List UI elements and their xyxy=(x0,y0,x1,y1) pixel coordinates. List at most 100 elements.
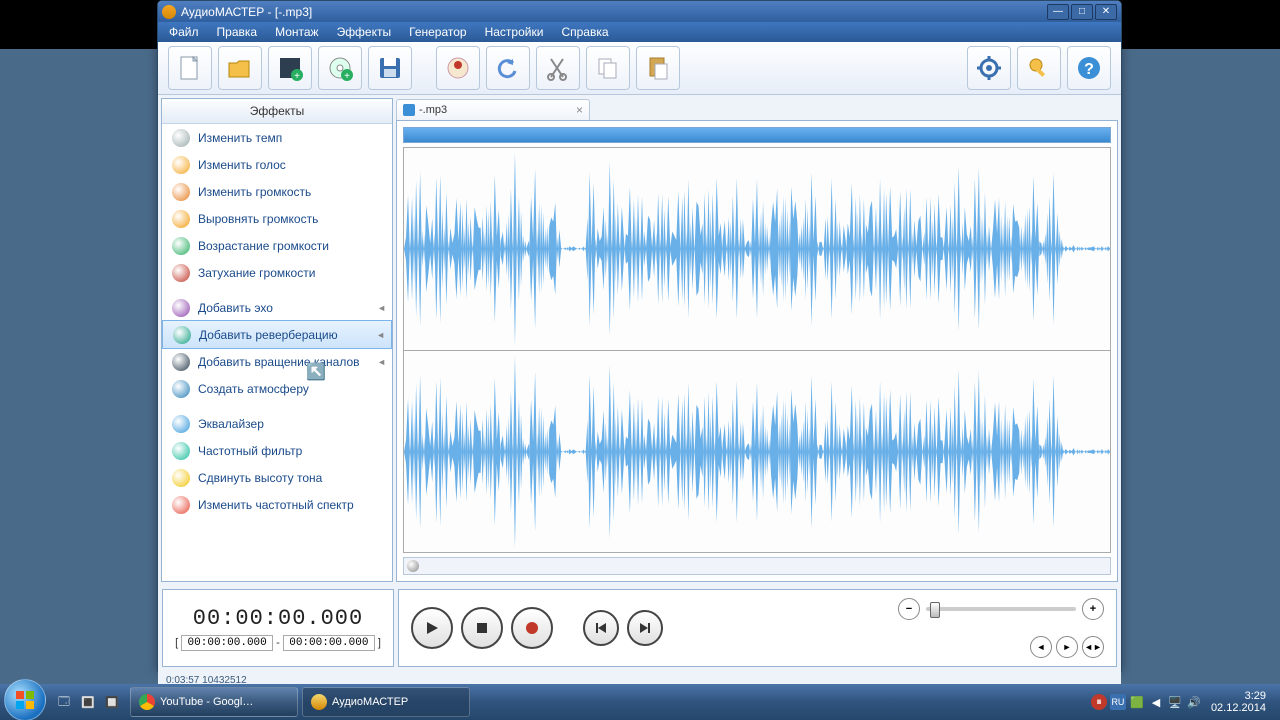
new-file-button[interactable] xyxy=(168,46,212,90)
taskbar-item-chrome[interactable]: YouTube - Googl… xyxy=(130,687,298,717)
quick-launch-2[interactable]: 🔲 xyxy=(102,692,122,712)
tray-safely-remove-icon[interactable]: 🟩 xyxy=(1129,694,1145,710)
toolbar: + + ? xyxy=(158,42,1121,95)
save-button[interactable] xyxy=(368,46,412,90)
effect-label: Эквалайзер xyxy=(198,417,264,431)
skip-back-button[interactable]: ◄ xyxy=(1030,636,1052,658)
sel-start-input[interactable] xyxy=(181,635,273,651)
effect-label: Изменить громкость xyxy=(198,185,311,199)
tray-icon-1[interactable]: ⏸ xyxy=(1091,694,1107,710)
effect-item[interactable]: Изменить громкость xyxy=(162,178,392,205)
effect-item[interactable]: Создать атмосферу xyxy=(162,375,392,402)
effect-icon xyxy=(172,299,190,317)
effect-item[interactable]: Изменить частотный спектр xyxy=(162,491,392,518)
effect-item[interactable]: Сдвинуть высоту тона xyxy=(162,464,392,491)
quick-launch-1[interactable]: 🔳 xyxy=(78,692,98,712)
submenu-arrow-icon: ◄ xyxy=(376,330,385,340)
effect-item[interactable]: Добавить эхо◄ xyxy=(162,294,392,321)
taskbar-item-audiomaster[interactable]: АудиоМАСТЕР xyxy=(302,687,470,717)
effect-item[interactable]: Изменить темп xyxy=(162,124,392,151)
menu-settings[interactable]: Настройки xyxy=(476,23,553,41)
prev-button[interactable] xyxy=(583,610,619,646)
cd-import-button[interactable]: + xyxy=(318,46,362,90)
effect-item[interactable]: Добавить реверберацию ◄ xyxy=(162,320,392,349)
zoom-slider[interactable] xyxy=(926,607,1076,611)
show-desktop-button[interactable]: 🗔 xyxy=(54,692,74,712)
effect-label: Изменить голос xyxy=(198,158,286,172)
open-file-button[interactable] xyxy=(218,46,262,90)
svg-text:?: ? xyxy=(1084,61,1094,78)
record-mic-button[interactable] xyxy=(436,46,480,90)
app-icon xyxy=(162,5,176,19)
effect-item[interactable]: Выровнять громкость xyxy=(162,205,392,232)
horizontal-scrollbar[interactable] xyxy=(403,557,1111,575)
menu-montage[interactable]: Монтаж xyxy=(266,23,328,41)
tray-language-icon[interactable]: RU xyxy=(1110,694,1126,710)
start-button[interactable] xyxy=(4,679,46,720)
license-button[interactable] xyxy=(1017,46,1061,90)
menubar: Файл Правка Монтаж Эффекты Генератор Нас… xyxy=(158,22,1121,42)
file-icon xyxy=(403,104,415,116)
stop-button[interactable] xyxy=(461,607,503,649)
video-import-button[interactable]: + xyxy=(268,46,312,90)
effect-icon xyxy=(172,237,190,255)
play-button[interactable] xyxy=(411,607,453,649)
sel-end-input[interactable] xyxy=(283,635,375,651)
next-button[interactable] xyxy=(627,610,663,646)
effect-icon xyxy=(172,380,190,398)
effects-header: Эффекты xyxy=(162,99,392,124)
effect-item[interactable]: Эквалайзер xyxy=(162,410,392,437)
record-button[interactable] xyxy=(511,607,553,649)
tab-close-button[interactable]: × xyxy=(576,103,583,117)
tray-volume-icon[interactable]: 🔊 xyxy=(1186,694,1202,710)
waveform-channel-left xyxy=(404,148,1110,351)
zoom-in-button[interactable]: + xyxy=(1082,598,1104,620)
waveform-area xyxy=(396,120,1118,582)
svg-text:+: + xyxy=(344,71,350,81)
menu-effects[interactable]: Эффекты xyxy=(328,23,401,41)
scroll-thumb[interactable] xyxy=(407,560,419,572)
effect-icon xyxy=(172,469,190,487)
zoom-out-button[interactable]: − xyxy=(898,598,920,620)
effect-icon xyxy=(173,326,191,344)
menu-file[interactable]: Файл xyxy=(160,23,208,41)
minimize-button[interactable]: — xyxy=(1047,4,1069,20)
effect-label: Изменить темп xyxy=(198,131,282,145)
tray-network-icon[interactable]: 🖥️ xyxy=(1167,694,1183,710)
maximize-button[interactable]: □ xyxy=(1071,4,1093,20)
menu-generator[interactable]: Генератор xyxy=(400,23,475,41)
svg-text:+: + xyxy=(294,71,300,81)
effect-item[interactable]: Изменить голос xyxy=(162,151,392,178)
effect-item[interactable]: Затухание громкости xyxy=(162,259,392,286)
file-tab[interactable]: -.mp3 × xyxy=(396,99,590,120)
effect-icon xyxy=(172,264,190,282)
tray-icon-arrow[interactable]: ◀ xyxy=(1148,694,1164,710)
effect-icon xyxy=(172,210,190,228)
effect-icon xyxy=(172,415,190,433)
effect-label: Добавить реверберацию xyxy=(199,328,338,342)
effect-item[interactable]: Частотный фильтр xyxy=(162,437,392,464)
help-button[interactable]: ? xyxy=(1067,46,1111,90)
undo-button[interactable] xyxy=(486,46,530,90)
titlebar[interactable]: АудиоМАСТЕР - [-.mp3] — □ ✕ xyxy=(158,1,1121,22)
settings-button[interactable] xyxy=(967,46,1011,90)
effect-label: Изменить частотный спектр xyxy=(198,498,354,512)
copy-button[interactable] xyxy=(586,46,630,90)
paste-button[interactable] xyxy=(636,46,680,90)
close-button[interactable]: ✕ xyxy=(1095,4,1117,20)
fit-button[interactable]: ◄► xyxy=(1082,636,1104,658)
cut-button[interactable] xyxy=(536,46,580,90)
tab-row: -.mp3 × xyxy=(396,98,1118,120)
menu-edit[interactable]: Правка xyxy=(208,23,267,41)
menu-help[interactable]: Справка xyxy=(552,23,617,41)
effect-icon xyxy=(172,183,190,201)
effect-item[interactable]: Возрастание громкости xyxy=(162,232,392,259)
overview-bar[interactable] xyxy=(403,127,1111,143)
effect-label: Добавить вращение каналов xyxy=(198,355,360,369)
waveform-display[interactable] xyxy=(403,147,1111,553)
tray-clock[interactable]: 3:29 02.12.2014 xyxy=(1205,690,1272,714)
effect-item[interactable]: Добавить вращение каналов◄ xyxy=(162,348,392,375)
effect-icon xyxy=(172,496,190,514)
skip-fwd-button[interactable]: ► xyxy=(1056,636,1078,658)
effects-panel: Эффекты Изменить темп Изменить голос Измен… xyxy=(161,98,393,582)
